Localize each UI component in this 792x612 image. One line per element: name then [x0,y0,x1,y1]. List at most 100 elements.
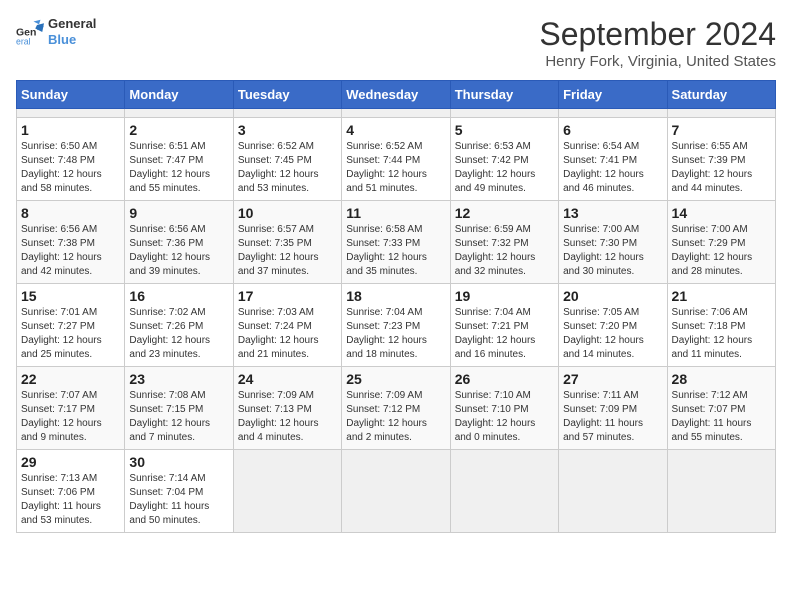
day-info: Sunrise: 7:09 AM Sunset: 7:13 PM Dayligh… [238,389,337,445]
calendar-cell [559,109,667,118]
day-number: 13 [563,205,662,221]
dow-header-friday: Friday [559,81,667,109]
day-info: Sunrise: 7:04 AM Sunset: 7:21 PM Dayligh… [455,306,554,362]
month-title: September 2024 [539,16,776,53]
calendar-cell: 2Sunrise: 6:51 AM Sunset: 7:47 PM Daylig… [125,118,233,201]
day-info: Sunrise: 7:06 AM Sunset: 7:18 PM Dayligh… [672,306,771,362]
calendar-table: SundayMondayTuesdayWednesdayThursdayFrid… [16,80,776,533]
day-number: 4 [346,122,445,138]
day-number: 26 [455,371,554,387]
calendar-cell: 5 Sunrise: 6:53 AM Sunset: 7:42 PM Daylig… [450,118,558,201]
calendar-cell: 9Sunrise: 6:56 AM Sunset: 7:36 PM Daylig… [125,201,233,284]
week-row-0 [17,109,776,118]
day-info: Sunrise: 6:52 AM Sunset: 7:45 PM Dayligh… [238,140,337,196]
day-info: Sunrise: 7:00 AM Sunset: 7:30 PM Dayligh… [563,223,662,279]
day-info: Sunrise: 6:51 AM Sunset: 7:47 PM Dayligh… [129,140,228,196]
day-number: 17 [238,288,337,304]
day-info: Sunrise: 6:58 AM Sunset: 7:33 PM Dayligh… [346,223,445,279]
logo: Gen eral General Blue [16,16,96,47]
week-row-4: 22Sunrise: 7:07 AM Sunset: 7:17 PM Dayli… [17,367,776,450]
week-row-3: 15 Sunrise: 7:01 AM Sunset: 7:27 PM Dayli… [17,284,776,367]
calendar-cell [342,109,450,118]
day-info: Sunrise: 7:05 AM Sunset: 7:20 PM Dayligh… [563,306,662,362]
calendar-cell: 29Sunrise: 7:13 AM Sunset: 7:06 PM Dayli… [17,450,125,533]
calendar-cell [233,109,341,118]
calendar-cell: 22Sunrise: 7:07 AM Sunset: 7:17 PM Dayli… [17,367,125,450]
days-of-week-row: SundayMondayTuesdayWednesdayThursdayFrid… [17,81,776,109]
day-number: 9 [129,205,228,221]
week-row-1: 1Sunrise: 6:50 AM Sunset: 7:48 PM Daylig… [17,118,776,201]
calendar-cell [559,450,667,533]
day-number: 23 [129,371,228,387]
calendar-cell: 15 Sunrise: 7:01 AM Sunset: 7:27 PM Dayli… [17,284,125,367]
day-number: 14 [672,205,771,221]
calendar-cell: 28Sunrise: 7:12 AM Sunset: 7:07 PM Dayli… [667,367,775,450]
calendar-cell: 19 Sunrise: 7:04 AM Sunset: 7:21 PM Dayli… [450,284,558,367]
day-info: Sunrise: 7:02 AM Sunset: 7:26 PM Dayligh… [129,306,228,362]
calendar-cell: 13 Sunrise: 7:00 AM Sunset: 7:30 PM Dayli… [559,201,667,284]
calendar-cell: 7 Sunrise: 6:55 AM Sunset: 7:39 PM Daylig… [667,118,775,201]
day-number: 12 [455,205,554,221]
calendar-cell: 10 Sunrise: 6:57 AM Sunset: 7:35 PM Dayli… [233,201,341,284]
calendar-cell: 18Sunrise: 7:04 AM Sunset: 7:23 PM Dayli… [342,284,450,367]
calendar-cell: 11 Sunrise: 6:58 AM Sunset: 7:33 PM Dayli… [342,201,450,284]
logo-icon: Gen eral [16,18,44,46]
day-number: 10 [238,205,337,221]
day-number: 16 [129,288,228,304]
day-number: 28 [672,371,771,387]
day-number: 22 [21,371,120,387]
dow-header-tuesday: Tuesday [233,81,341,109]
day-number: 3 [238,122,337,138]
calendar-cell [667,109,775,118]
calendar-cell: 6Sunrise: 6:54 AM Sunset: 7:41 PM Daylig… [559,118,667,201]
title-area: September 2024 Henry Fork, Virginia, Uni… [539,16,776,70]
dow-header-monday: Monday [125,81,233,109]
day-info: Sunrise: 6:54 AM Sunset: 7:41 PM Dayligh… [563,140,662,196]
day-info: Sunrise: 7:01 AM Sunset: 7:27 PM Dayligh… [21,306,120,362]
day-info: Sunrise: 7:03 AM Sunset: 7:24 PM Dayligh… [238,306,337,362]
day-number: 30 [129,454,228,470]
day-info: Sunrise: 7:04 AM Sunset: 7:23 PM Dayligh… [346,306,445,362]
day-info: Sunrise: 6:55 AM Sunset: 7:39 PM Dayligh… [672,140,771,196]
dow-header-thursday: Thursday [450,81,558,109]
calendar-cell: 4 Sunrise: 6:52 AM Sunset: 7:44 PM Daylig… [342,118,450,201]
day-info: Sunrise: 6:52 AM Sunset: 7:44 PM Dayligh… [346,140,445,196]
header: Gen eral General Blue September 2024 Hen… [16,16,776,70]
day-number: 19 [455,288,554,304]
day-info: Sunrise: 6:57 AM Sunset: 7:35 PM Dayligh… [238,223,337,279]
day-info: Sunrise: 7:10 AM Sunset: 7:10 PM Dayligh… [455,389,554,445]
calendar-cell [233,450,341,533]
calendar-cell: 16 Sunrise: 7:02 AM Sunset: 7:26 PM Dayli… [125,284,233,367]
day-number: 7 [672,122,771,138]
day-number: 11 [346,205,445,221]
calendar-cell [17,109,125,118]
location-title: Henry Fork, Virginia, United States [539,53,776,70]
calendar-cell: 17 Sunrise: 7:03 AM Sunset: 7:24 PM Dayli… [233,284,341,367]
day-info: Sunrise: 7:00 AM Sunset: 7:29 PM Dayligh… [672,223,771,279]
dow-header-saturday: Saturday [667,81,775,109]
day-number: 1 [21,122,120,138]
day-number: 15 [21,288,120,304]
calendar-cell: 23 Sunrise: 7:08 AM Sunset: 7:15 PM Dayli… [125,367,233,450]
day-number: 27 [563,371,662,387]
day-number: 25 [346,371,445,387]
day-info: Sunrise: 6:53 AM Sunset: 7:42 PM Dayligh… [455,140,554,196]
logo-text: General Blue [48,16,96,47]
calendar-cell: 12Sunrise: 6:59 AM Sunset: 7:32 PM Dayli… [450,201,558,284]
calendar-cell [125,109,233,118]
calendar-cell: 14 Sunrise: 7:00 AM Sunset: 7:29 PM Dayli… [667,201,775,284]
calendar-cell [342,450,450,533]
day-info: Sunrise: 6:56 AM Sunset: 7:38 PM Dayligh… [21,223,120,279]
svg-text:eral: eral [16,36,31,46]
week-row-2: 8Sunrise: 6:56 AM Sunset: 7:38 PM Daylig… [17,201,776,284]
day-number: 5 [455,122,554,138]
calendar-cell: 1Sunrise: 6:50 AM Sunset: 7:48 PM Daylig… [17,118,125,201]
day-info: Sunrise: 7:08 AM Sunset: 7:15 PM Dayligh… [129,389,228,445]
day-number: 21 [672,288,771,304]
day-number: 29 [21,454,120,470]
calendar-cell: 24Sunrise: 7:09 AM Sunset: 7:13 PM Dayli… [233,367,341,450]
calendar-cell [450,109,558,118]
calendar-cell: 8Sunrise: 6:56 AM Sunset: 7:38 PM Daylig… [17,201,125,284]
calendar-cell: 27Sunrise: 7:11 AM Sunset: 7:09 PM Dayli… [559,367,667,450]
day-info: Sunrise: 7:14 AM Sunset: 7:04 PM Dayligh… [129,472,228,528]
